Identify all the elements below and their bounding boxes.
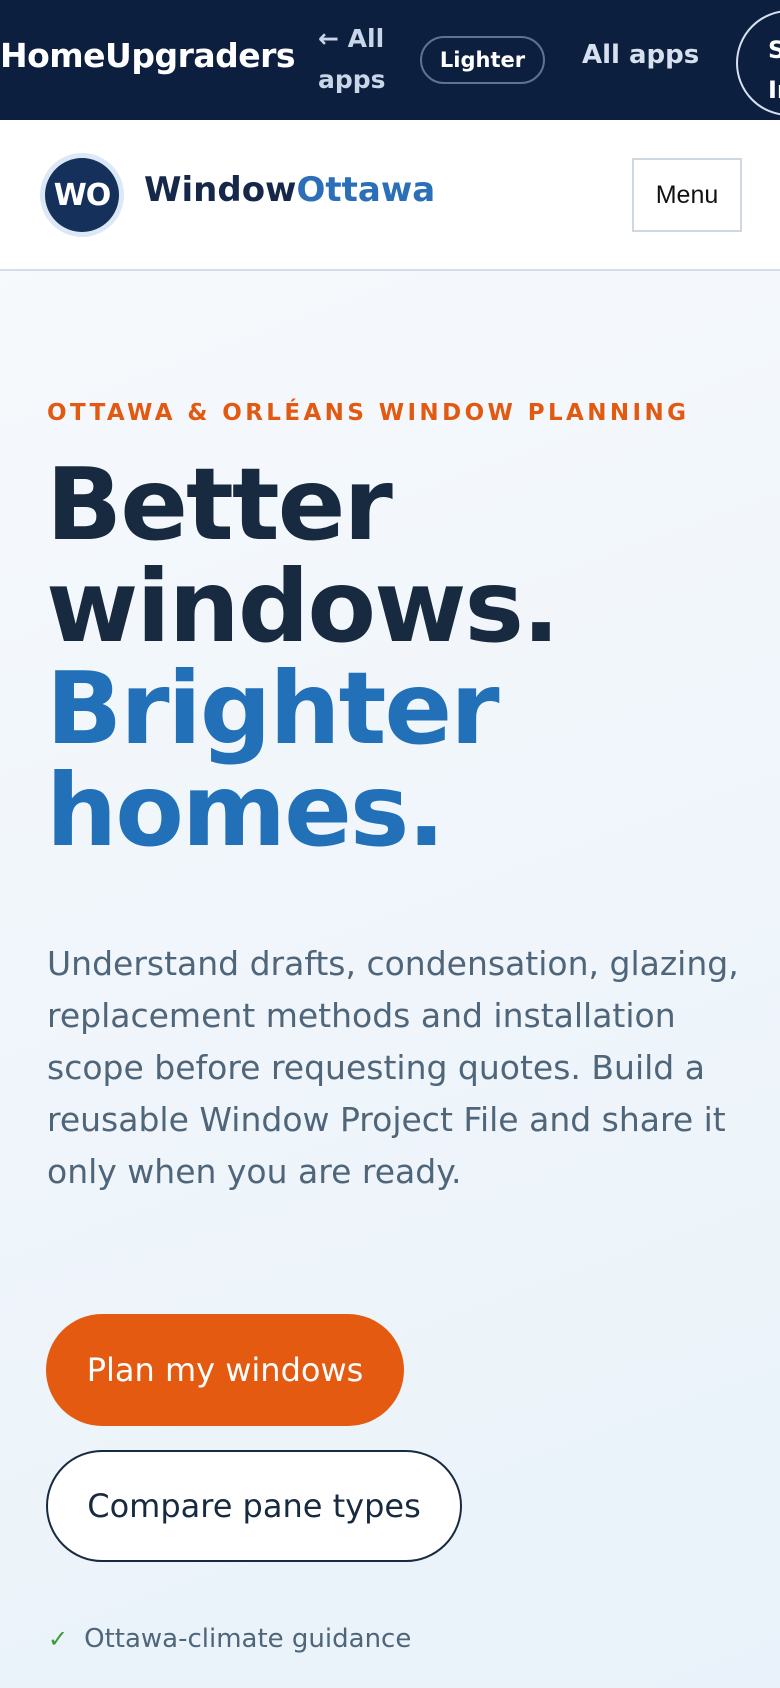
compare-pane-types-button[interactable]: Compare pane types [46, 1450, 462, 1562]
headline-line-4: homes. [46, 752, 445, 869]
site-header: WO WindowOttawa Menu [0, 120, 780, 271]
check-icon: ✓ [48, 1625, 69, 1653]
headline-line-2: windows. [46, 548, 560, 665]
feature-item: ✓ Ottawa-climate guidance [48, 1624, 411, 1654]
hero-headline: Better windows. Brighter homes. [46, 454, 746, 862]
headline-line-1: Better [46, 446, 393, 563]
sign-in-button[interactable]: Sign In [736, 10, 780, 116]
site-logo[interactable]: WO [40, 153, 124, 237]
hero-intro: Understand drafts, condensation, glazing… [47, 944, 739, 1191]
headline-line-3: Brighter [46, 650, 500, 767]
feature-text: Ottawa-climate guidance [84, 1624, 412, 1654]
hero-eyebrow: OTTAWA & ORLÉANS WINDOW PLANNING [47, 400, 690, 426]
all-apps-link[interactable]: All apps [582, 40, 699, 70]
theme-toggle-button[interactable]: Lighter [420, 36, 545, 84]
site-name-window: Window [144, 170, 297, 210]
homeupgraders-brand[interactable]: HomeUpgraders [0, 36, 296, 75]
plan-my-windows-button[interactable]: Plan my windows [46, 1314, 404, 1426]
site-name[interactable]: WindowOttawa [144, 170, 435, 210]
menu-button[interactable]: Menu [632, 158, 742, 232]
site-name-ottawa: Ottawa [296, 170, 436, 210]
top-app-bar: HomeUpgraders ← All apps Lighter All app… [0, 0, 780, 120]
back-to-all-apps-link[interactable]: ← All apps [318, 18, 408, 100]
logo-initials: WO [45, 158, 119, 232]
